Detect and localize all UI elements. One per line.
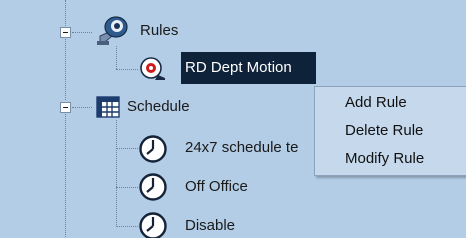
menu-item-modify-rule[interactable]: Modify Rule bbox=[345, 147, 424, 171]
tree-guide-line bbox=[65, 111, 66, 243]
motion-rule-icon bbox=[140, 57, 165, 80]
schedule-collapse-toggle[interactable] bbox=[60, 102, 71, 113]
tree-panel: Rules RD Dept Motion Schedule 24x7 sched… bbox=[0, 0, 469, 243]
tree-node-disable[interactable]: Disable bbox=[185, 216, 235, 236]
clock-icon bbox=[139, 135, 167, 163]
frame-edge bbox=[0, 238, 469, 243]
menu-item-add-rule[interactable]: Add Rule bbox=[345, 91, 407, 115]
tree-node-rules[interactable]: Rules bbox=[140, 21, 178, 41]
clock-icon bbox=[139, 212, 167, 240]
tree-node-24x7-schedule[interactable]: 24x7 schedule te bbox=[185, 138, 298, 158]
calendar-grid-icon bbox=[96, 96, 120, 118]
tree-guide-line bbox=[116, 69, 138, 70]
tree-guide-line bbox=[72, 32, 92, 33]
tree-guide-line bbox=[72, 107, 92, 108]
tree-guide-line bbox=[116, 187, 138, 188]
context-menu: Add Rule Delete Rule Modify Rule bbox=[314, 86, 469, 176]
tree-guide-line bbox=[65, 0, 66, 100]
rules-camera-icon bbox=[97, 16, 128, 45]
menu-item-delete-rule[interactable]: Delete Rule bbox=[345, 119, 423, 143]
clock-icon bbox=[139, 173, 167, 201]
tree-guide-line bbox=[116, 148, 138, 149]
tree-guide-line bbox=[116, 226, 138, 227]
tree-node-off-office[interactable]: Off Office bbox=[185, 177, 248, 197]
tree-guide-line bbox=[116, 46, 117, 69]
tree-node-schedule[interactable]: Schedule bbox=[127, 97, 190, 117]
tree-node-rd-dept-motion[interactable]: RD Dept Motion bbox=[181, 52, 316, 84]
rules-collapse-toggle[interactable] bbox=[60, 27, 71, 38]
tree-guide-line bbox=[116, 120, 117, 227]
